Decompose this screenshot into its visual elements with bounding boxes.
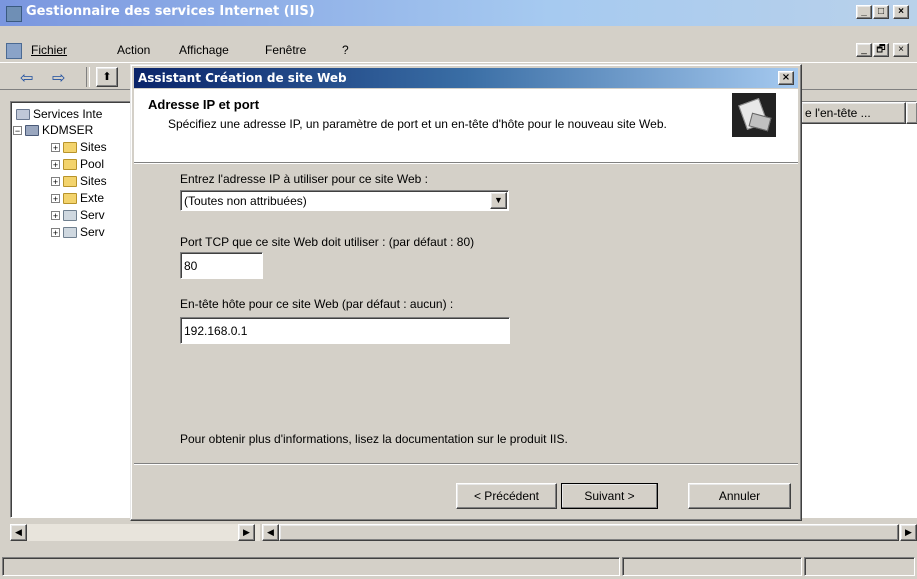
tree-server[interactable]: − KDMSER [13, 122, 93, 138]
service-icon [63, 227, 77, 239]
tree-server-label: KDMSER [42, 123, 94, 137]
forward-arrow-icon[interactable]: ⇨ [52, 68, 65, 88]
service-icon [63, 210, 77, 222]
menu-fenetre[interactable]: Fenêtre [265, 40, 306, 60]
close-button[interactable]: × [893, 5, 909, 19]
folder-icon [63, 193, 77, 205]
folder-icon [63, 176, 77, 188]
tree-item[interactable]: + Serv [51, 224, 105, 240]
toolbar-separator [86, 67, 90, 87]
status-panel [622, 557, 802, 576]
scroll-right-button[interactable]: ▶ [900, 524, 917, 541]
tree-item[interactable]: + Exte [51, 190, 104, 206]
dialog-title-bar: Assistant Création de site Web × [134, 68, 798, 88]
scroll-right-button[interactable]: ▶ [238, 524, 255, 541]
menu-fichier[interactable]: Fichier [31, 40, 67, 60]
next-button[interactable]: Suivant > [561, 483, 658, 509]
back-arrow-icon[interactable]: ⇦ [20, 68, 33, 88]
collapse-icon[interactable]: − [13, 126, 22, 136]
expand-icon[interactable]: + [51, 211, 60, 221]
previous-button[interactable]: < Précédent [456, 483, 557, 509]
tree-item-label: Serv [80, 225, 105, 239]
tree-root[interactable]: Services Inte [13, 106, 102, 122]
expand-icon[interactable]: + [51, 160, 60, 170]
tree-item-label: Pool [80, 157, 105, 171]
header-title: Adresse IP et port [148, 97, 260, 112]
tree-item[interactable]: + Pool [51, 156, 104, 172]
tree-item-label: Serv [80, 208, 105, 222]
server-icon [25, 125, 39, 137]
up-folder-icon[interactable]: ⬆ [96, 67, 118, 87]
app-icon [6, 6, 22, 22]
minimize-button[interactable]: _ [856, 5, 872, 19]
dialog-close-button[interactable]: × [778, 71, 794, 85]
cancel-button[interactable]: Annuler [688, 483, 791, 509]
tree-item-label: Exte [80, 191, 105, 205]
column-header[interactable]: e l'en-tête ... [801, 102, 906, 124]
expand-icon[interactable]: + [51, 194, 60, 204]
dialog-title: Assistant Création de site Web [138, 71, 347, 85]
tree-root-label: Services Inte [33, 107, 103, 121]
app-title-bar: Gestionnaire des services Internet (IIS)… [0, 0, 917, 26]
expand-icon[interactable]: + [51, 228, 60, 238]
column-header-next[interactable] [906, 102, 917, 124]
info-text: Pour obtenir plus d'informations, lisez … [180, 432, 568, 446]
host-header-label: En-tête hôte pour ce site Web (par défau… [180, 297, 454, 311]
header-description: Spécifiez une adresse IP, un paramètre d… [168, 117, 667, 131]
column-header-label: e l'en-tête ... [805, 106, 871, 120]
menu-action[interactable]: Action [117, 40, 150, 60]
port-input[interactable]: 80 [180, 252, 263, 279]
wizard-logo-icon [732, 93, 776, 137]
tree-item-label: Sites [80, 140, 107, 154]
list-pane: e l'en-tête ... [800, 101, 917, 518]
folder-icon [63, 159, 77, 171]
list-hscrollbar[interactable]: ◀ ▶ [262, 524, 917, 541]
tree-item[interactable]: + Sites [51, 139, 107, 155]
tree-hscrollbar[interactable]: ◀ ▶ [10, 524, 260, 541]
header-divider [134, 163, 798, 164]
expand-icon[interactable]: + [51, 177, 60, 187]
menu-affichage[interactable]: Affichage [179, 40, 229, 60]
menu-help[interactable]: ? [342, 40, 349, 60]
child-minimize-button[interactable]: _ [856, 43, 872, 57]
status-panel [2, 557, 620, 576]
expand-icon[interactable]: + [51, 143, 60, 153]
chevron-down-icon[interactable]: ▼ [490, 192, 507, 209]
ip-label: Entrez l'adresse IP à utiliser pour ce s… [180, 172, 428, 186]
maximize-button[interactable]: □ [873, 5, 889, 19]
scroll-thumb[interactable] [279, 524, 899, 541]
scroll-left-button[interactable]: ◀ [10, 524, 27, 541]
iis-root-icon [16, 109, 30, 121]
status-panel [804, 557, 915, 576]
menu-bar: Fichier Action Affichage Fenêtre ? _ 🗗 × [0, 40, 917, 60]
host-header-input[interactable]: 192.168.0.1 [180, 317, 510, 344]
port-label: Port TCP que ce site Web doit utiliser :… [180, 235, 475, 249]
folder-icon [63, 142, 77, 154]
scroll-left-button[interactable]: ◀ [262, 524, 279, 541]
app-title: Gestionnaire des services Internet (IIS) [26, 4, 315, 19]
mmc-icon [6, 43, 22, 59]
wizard-dialog: Assistant Création de site Web × Adresse… [130, 64, 802, 521]
tree-item[interactable]: + Sites [51, 173, 107, 189]
child-restore-button[interactable]: 🗗 [873, 43, 889, 57]
ip-select-value: (Toutes non attribuées) [184, 194, 307, 208]
tree-pane: Services Inte − KDMSER + Sites + Pool + Site… [10, 101, 135, 518]
host-header-value: 192.168.0.1 [184, 324, 248, 338]
status-bar [0, 553, 917, 579]
wizard-header: Adresse IP et port Spécifiez une adresse… [134, 89, 798, 163]
port-input-value: 80 [184, 259, 198, 273]
button-divider [134, 463, 798, 465]
tree-item[interactable]: + Serv [51, 207, 105, 223]
child-close-button[interactable]: × [893, 43, 909, 57]
tree-item-label: Sites [80, 174, 107, 188]
ip-select[interactable]: (Toutes non attribuées) ▼ [180, 190, 509, 211]
